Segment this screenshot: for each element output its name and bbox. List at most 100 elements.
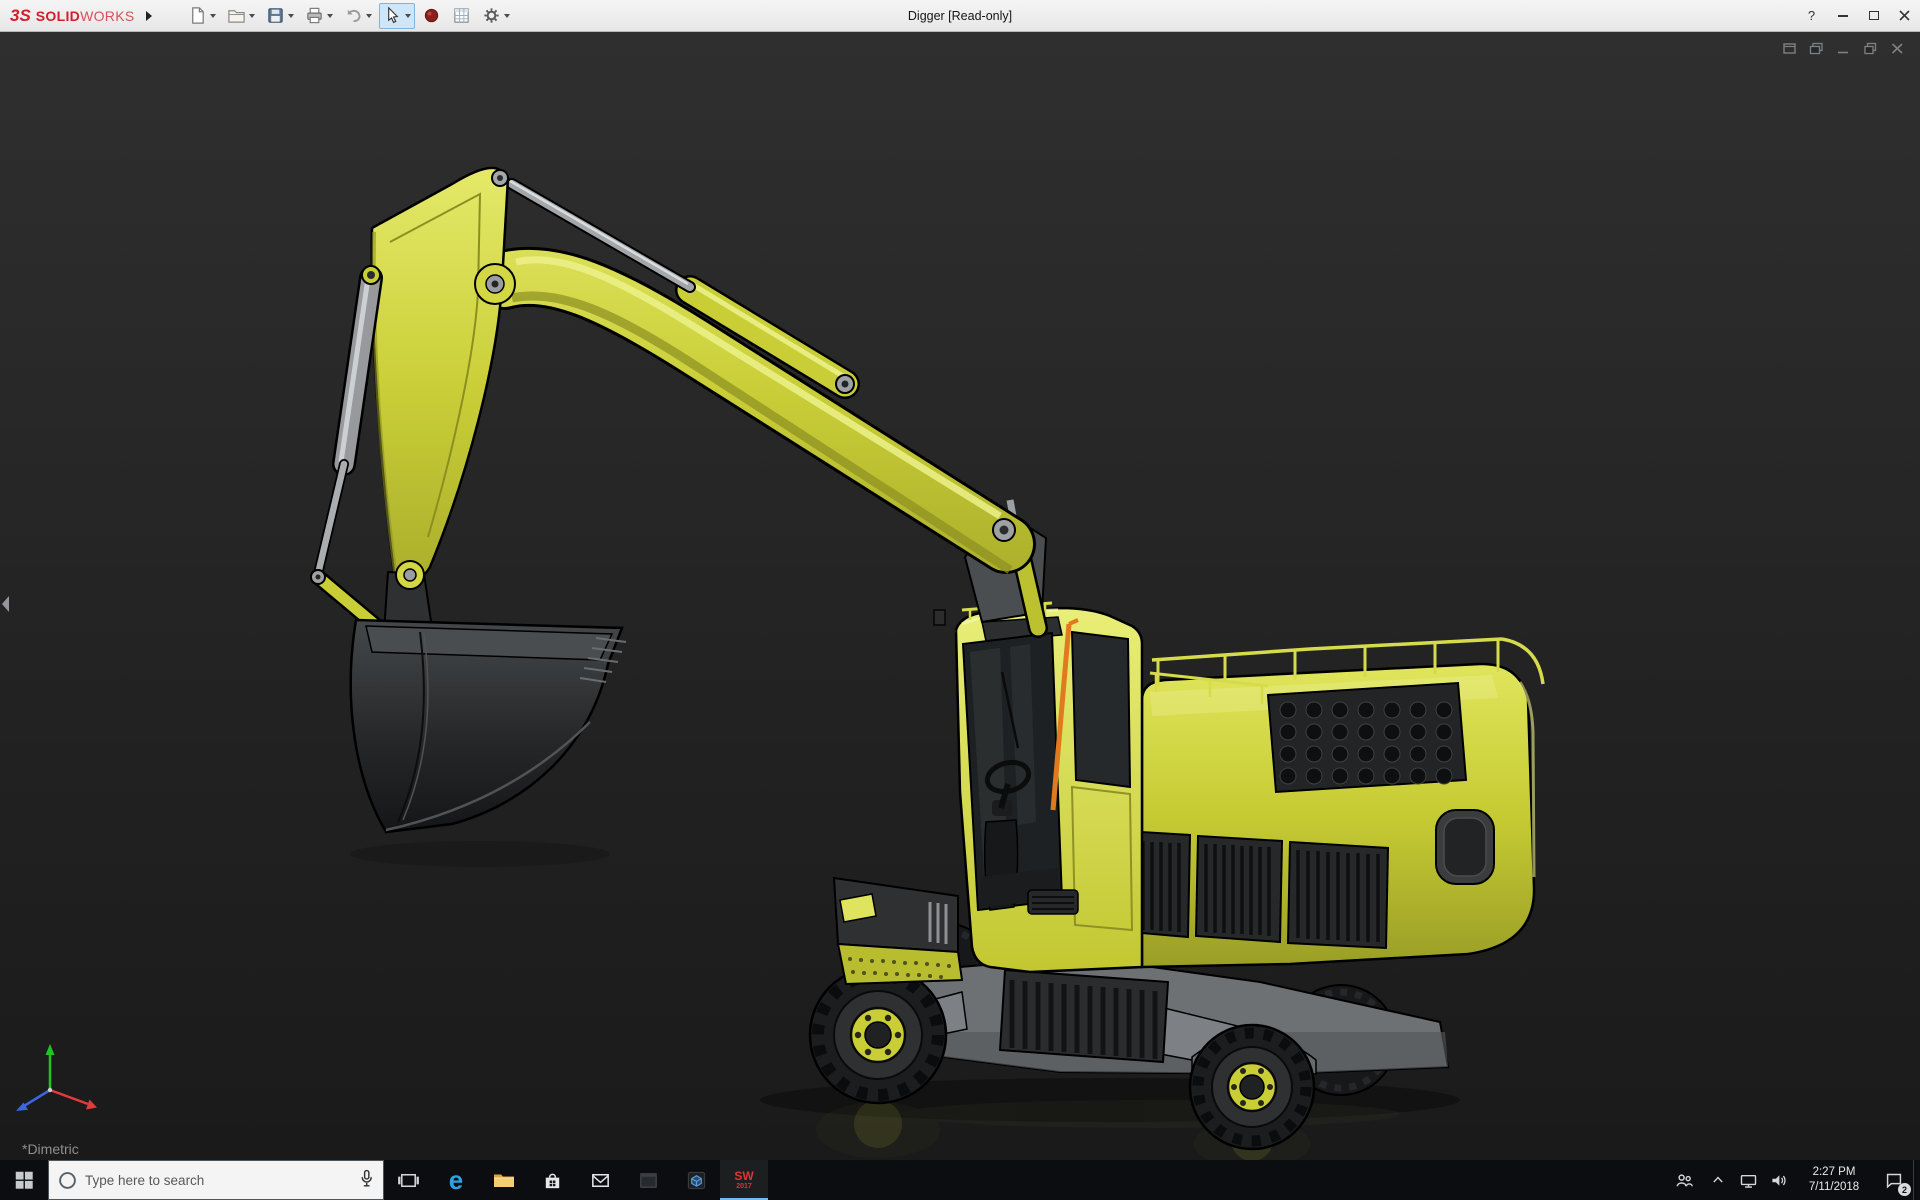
people-icon	[1676, 1173, 1693, 1186]
restore-document-button[interactable]	[1861, 40, 1879, 56]
quick-access-toolbar	[184, 2, 514, 29]
select-arrow-icon	[388, 6, 399, 24]
minimize-icon	[1837, 14, 1848, 17]
select-tool-button[interactable]	[379, 2, 416, 29]
window-title: Digger [Read-only]	[907, 9, 1013, 23]
taskbar-clock[interactable]: 2:27 PM 7/11/2018	[1793, 1160, 1875, 1200]
new-document-button[interactable]	[184, 3, 220, 29]
side-grilles	[1104, 828, 1390, 950]
chevron-down-icon	[210, 14, 217, 21]
system-tray: 2:27 PM 7/11/2018 2	[1665, 1160, 1920, 1200]
minimize-document-button[interactable]	[1834, 40, 1852, 56]
right-triangle-icon	[146, 10, 153, 21]
cascade-windows-button[interactable]	[1807, 40, 1825, 56]
front-frame[interactable]	[832, 876, 964, 986]
chevron-down-icon	[288, 14, 295, 21]
notification-badge: 2	[1898, 1183, 1911, 1196]
search-input[interactable]	[85, 1172, 351, 1188]
front-wheel[interactable]	[808, 965, 948, 1105]
new-document-icon	[192, 7, 205, 24]
panel-collapse-arrow-icon	[2, 596, 9, 612]
store-bag-icon	[545, 1173, 559, 1188]
task-view-icon	[397, 1173, 419, 1187]
printer-icon	[307, 7, 323, 24]
open-folder-icon	[228, 10, 246, 23]
view-orientation-label: *Dimetric	[22, 1141, 79, 1157]
spreadsheet-icon	[454, 8, 470, 23]
ds-logo-mark: 3S	[10, 5, 31, 25]
maximize-icon	[1868, 11, 1879, 20]
restore-document-icon	[1863, 42, 1876, 54]
file-explorer-icon	[494, 1174, 514, 1187]
chevron-down-icon	[366, 14, 373, 21]
spreadsheet-button[interactable]	[448, 3, 475, 29]
dark-app-window-icon	[639, 1172, 657, 1188]
3d-scene[interactable]: *Dimetric	[0, 32, 1920, 1160]
minimize-button[interactable]	[1827, 0, 1858, 32]
chevron-down-icon	[327, 14, 334, 21]
save-floppy-icon	[268, 8, 284, 23]
network-button[interactable]	[1733, 1160, 1763, 1200]
cube-app-icon	[687, 1171, 705, 1189]
help-button[interactable]: ?	[1796, 0, 1827, 32]
edge-browser-button[interactable]: e	[432, 1160, 480, 1200]
mail-button[interactable]	[576, 1160, 624, 1200]
close-icon	[1899, 10, 1910, 21]
red-sphere-icon	[425, 8, 439, 23]
hidden-icons-button[interactable]	[1703, 1160, 1733, 1200]
engine-housing[interactable]	[1104, 637, 1545, 969]
microphone-button[interactable]	[359, 1169, 374, 1191]
undo-button[interactable]	[340, 3, 376, 29]
red-sphere-button[interactable]	[418, 3, 445, 29]
taskbar: e SW 2017 2:27 PM 7/11/2018	[0, 1160, 1920, 1200]
cascade-windows-icon	[1809, 42, 1823, 54]
mail-envelope-icon	[591, 1173, 609, 1187]
solidworks-icon: SW	[734, 1169, 754, 1183]
titlebar: 3S SOLID WORKS Digger [Read-only] ?	[0, 0, 1920, 32]
new-window-icon	[1782, 42, 1796, 54]
close-document-icon	[1891, 42, 1903, 54]
window-controls: ?	[1796, 0, 1920, 32]
volume-button[interactable]	[1763, 1160, 1793, 1200]
open-button[interactable]	[223, 3, 259, 29]
show-desktop-button[interactable]	[1913, 1160, 1920, 1200]
people-button[interactable]	[1665, 1160, 1703, 1200]
door-window	[1070, 630, 1132, 789]
save-button[interactable]	[262, 3, 298, 29]
menu-expand-arrow[interactable]	[140, 5, 158, 27]
chevron-down-icon	[249, 14, 256, 21]
action-center-button[interactable]: 2	[1875, 1160, 1913, 1200]
microphone-icon	[361, 1169, 372, 1187]
solidworks-logo: 3S SOLID WORKS	[10, 5, 135, 25]
windows-logo-icon	[15, 1171, 33, 1189]
chevron-down-icon	[405, 14, 412, 21]
undo-arrow-icon	[348, 9, 361, 23]
solidworks-app-button[interactable]: SW 2017	[720, 1160, 768, 1200]
network-icon	[1740, 1174, 1756, 1188]
cortana-ring-icon	[59, 1171, 76, 1189]
feature-panel-tab[interactable]	[0, 592, 12, 616]
rear-vent-inner	[1443, 817, 1487, 877]
document-window-controls	[1780, 40, 1906, 56]
print-button[interactable]	[301, 3, 337, 29]
clock-date: 7/11/2018	[1808, 1181, 1860, 1193]
start-button[interactable]	[0, 1160, 48, 1200]
dark-app-window-button[interactable]	[624, 1160, 672, 1200]
close-button[interactable]	[1889, 0, 1920, 32]
taskbar-search[interactable]	[48, 1160, 384, 1200]
options-gear-icon	[484, 8, 500, 23]
close-document-button[interactable]	[1888, 40, 1906, 56]
cube-app-button[interactable]	[672, 1160, 720, 1200]
speaker-icon	[1771, 1174, 1786, 1186]
graphics-viewport[interactable]: *Dimetric	[0, 32, 1920, 1160]
chevron-down-icon	[504, 14, 511, 21]
options-button[interactable]	[478, 3, 514, 29]
maximize-button[interactable]	[1858, 0, 1889, 32]
store-button[interactable]	[528, 1160, 576, 1200]
new-window-button[interactable]	[1780, 40, 1798, 56]
file-explorer-button[interactable]	[480, 1160, 528, 1200]
mirror	[933, 609, 946, 626]
rear-wheel[interactable]	[1188, 1023, 1316, 1151]
task-view-button[interactable]	[384, 1160, 432, 1200]
edge-logo-icon: e	[448, 1165, 464, 1195]
